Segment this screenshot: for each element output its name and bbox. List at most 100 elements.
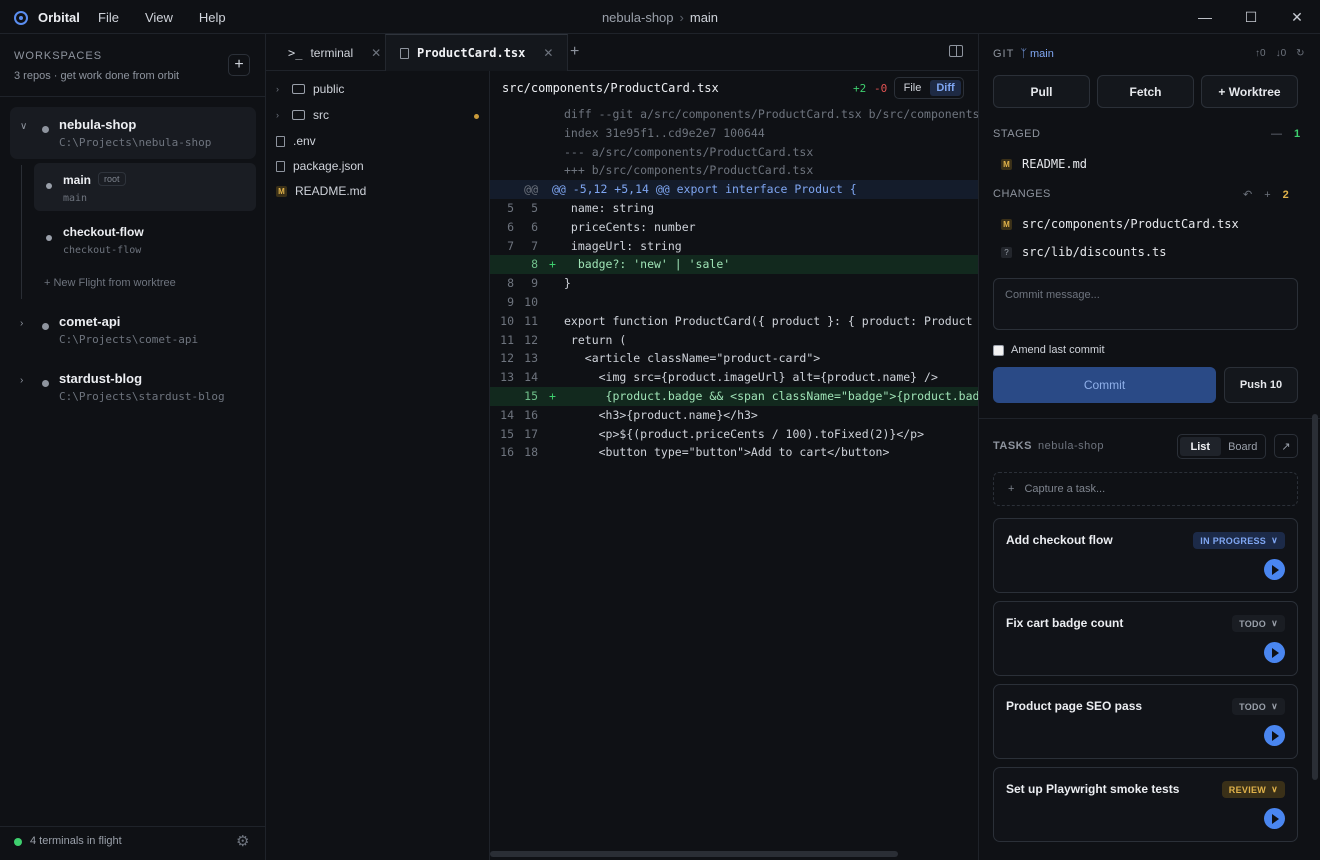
- divider: [979, 418, 1320, 419]
- close-button[interactable]: ✕: [1274, 0, 1320, 34]
- discard-icon[interactable]: ↶: [1243, 188, 1252, 201]
- new-line-number: 10: [524, 294, 538, 309]
- repo-path: C:\Projects\comet-api: [59, 333, 199, 346]
- minimize-button[interactable]: —: [1182, 0, 1228, 34]
- staged-controls: — 1: [1271, 128, 1300, 140]
- file-mode-button[interactable]: File: [897, 80, 928, 96]
- code-text: +++ b/src/components/ProductCard.tsx: [564, 163, 814, 178]
- play-icon[interactable]: [1264, 808, 1285, 829]
- chevron-down-icon[interactable]: ∨: [20, 121, 27, 132]
- new-line-number: 12: [524, 332, 538, 347]
- tab-productcard[interactable]: ProductCard.tsx ✕: [385, 34, 569, 71]
- chevron-down-icon: ∨: [1271, 535, 1278, 545]
- git-sync-icons: ↑0 ↓0 ↻: [1255, 48, 1305, 59]
- new-flight-button[interactable]: + New Flight from worktree: [44, 277, 176, 289]
- close-tab-icon[interactable]: ✕: [543, 46, 553, 60]
- diff-viewer: src/components/ProductCard.tsx +2 -0 Fil…: [490, 71, 978, 860]
- list-view-button[interactable]: List: [1180, 437, 1221, 456]
- modified-file-icon: M: [1001, 218, 1012, 230]
- breadcrumb-repo[interactable]: nebula-shop: [602, 10, 674, 25]
- menu-view[interactable]: View: [145, 10, 173, 25]
- task-title: Set up Playwright smoke tests: [1006, 782, 1180, 796]
- commit-button[interactable]: Commit: [993, 367, 1216, 403]
- play-icon[interactable]: [1264, 559, 1285, 580]
- repo-item-nebula-shop[interactable]: ∨ nebula-shop C:\Projects\nebula-shop: [10, 107, 256, 159]
- status-badge[interactable]: TODO ∨: [1232, 615, 1285, 632]
- changed-file-path: src/lib/discounts.ts: [1022, 245, 1167, 259]
- repo-item-comet-api[interactable]: › comet-api C:\Projects\comet-api: [10, 304, 256, 356]
- new-tab-button[interactable]: +: [570, 43, 579, 61]
- amend-option[interactable]: Amend last commit: [993, 344, 1105, 356]
- horizontal-scrollbar[interactable]: [490, 851, 898, 857]
- diff-mode-button[interactable]: Diff: [930, 80, 961, 96]
- add-workspace-button[interactable]: +: [228, 54, 250, 76]
- staged-file[interactable]: M README.md: [1001, 157, 1087, 171]
- app-brand: Orbital: [14, 10, 80, 25]
- refresh-icon[interactable]: ↻: [1296, 48, 1304, 59]
- tree-file-package-json[interactable]: package.json: [276, 155, 364, 177]
- task-card[interactable]: Add checkout flow IN PROGRESS ∨: [993, 518, 1298, 593]
- tasks-view-toggle: List Board: [1177, 434, 1266, 459]
- menu-help[interactable]: Help: [199, 10, 226, 25]
- window-controls: — ☐ ✕: [1182, 0, 1320, 34]
- chevron-right-icon: ›: [276, 84, 279, 94]
- menu-file[interactable]: File: [98, 10, 119, 25]
- play-icon[interactable]: [1264, 642, 1285, 663]
- tab-terminal[interactable]: >_ terminal ✕: [274, 34, 395, 71]
- amend-checkbox[interactable]: [993, 344, 1004, 356]
- status-badge[interactable]: IN PROGRESS ∨: [1193, 532, 1285, 549]
- worktree-button[interactable]: + Worktree: [1201, 75, 1298, 108]
- commit-message-input[interactable]: Commit message...: [993, 278, 1298, 330]
- code-text: name: string: [564, 200, 655, 215]
- code-text: imageUrl: string: [564, 238, 682, 253]
- status-badge[interactable]: TODO ∨: [1232, 698, 1285, 715]
- push-button[interactable]: Push 10: [1224, 367, 1298, 403]
- tree-folder-public[interactable]: › public: [276, 78, 344, 100]
- chevron-right-icon[interactable]: ›: [20, 375, 23, 386]
- new-line-number: 7: [531, 238, 538, 253]
- repo-status-dot: [42, 323, 49, 330]
- new-line-number: 13: [524, 351, 538, 366]
- vertical-scrollbar[interactable]: [1312, 414, 1318, 780]
- git-actions: Pull Fetch + Worktree: [993, 75, 1298, 108]
- unstage-all-icon[interactable]: —: [1271, 128, 1282, 140]
- tree-file-readme[interactable]: M README.md: [276, 180, 366, 202]
- staged-title: STAGED: [993, 128, 1041, 140]
- file-icon: [400, 47, 409, 59]
- split-view-icon[interactable]: [949, 45, 963, 57]
- old-line-number: 16: [500, 445, 514, 460]
- breadcrumb-branch[interactable]: main: [690, 10, 718, 25]
- task-card[interactable]: Set up Playwright smoke tests REVIEW ∨: [993, 767, 1298, 842]
- stage-all-icon[interactable]: +: [1264, 189, 1270, 201]
- expand-icon[interactable]: ↗: [1274, 434, 1298, 458]
- git-branch-label: main: [1030, 48, 1054, 60]
- maximize-button[interactable]: ☐: [1228, 0, 1274, 34]
- task-card[interactable]: Fix cart badge count TODO ∨: [993, 601, 1298, 676]
- board-view-button[interactable]: Board: [1223, 437, 1264, 456]
- status-badge[interactable]: REVIEW ∨: [1221, 781, 1285, 798]
- new-line-number: 5: [531, 200, 538, 215]
- code-text: return (: [564, 332, 627, 347]
- code-text: <article className="product-card">: [564, 351, 821, 366]
- git-branch[interactable]: ᛉ main: [1020, 48, 1054, 60]
- gear-icon[interactable]: ⚙: [236, 832, 249, 850]
- breadcrumb-separator: ›: [679, 10, 684, 25]
- fetch-button[interactable]: Fetch: [1097, 75, 1194, 108]
- repo-item-stardust-blog[interactable]: › stardust-blog C:\Projects\stardust-blo…: [10, 361, 256, 413]
- diff-line-added: 8 + badge?: 'new' | 'sale': [490, 255, 978, 275]
- tree-folder-src[interactable]: › src: [276, 104, 329, 126]
- tree-file-env[interactable]: .env: [276, 130, 316, 152]
- branch-item-main[interactable]: main root main: [34, 163, 256, 211]
- capture-task-input[interactable]: + Capture a task...: [993, 472, 1298, 506]
- modified-dot: [474, 114, 479, 119]
- task-card[interactable]: Product page SEO pass TODO ∨: [993, 684, 1298, 759]
- close-tab-icon[interactable]: ✕: [371, 46, 381, 60]
- chevron-right-icon[interactable]: ›: [20, 318, 23, 329]
- changed-file[interactable]: ? src/lib/discounts.ts: [1001, 245, 1167, 259]
- code-text: @@ -5,12 +5,14 @@ export interface Produ…: [552, 182, 857, 197]
- pull-button[interactable]: Pull: [993, 75, 1090, 108]
- changed-file[interactable]: Msrc/components/ProductCard.tsx: [1001, 217, 1239, 231]
- branch-item-checkout-flow[interactable]: checkout-flow checkout-flow: [34, 215, 256, 263]
- play-icon[interactable]: [1264, 725, 1285, 746]
- modified-file-icon: M: [1001, 158, 1012, 170]
